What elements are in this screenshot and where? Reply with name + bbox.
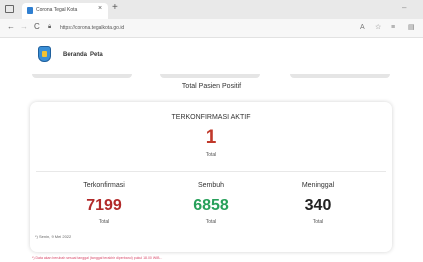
- section-title: Total Pasien Positif: [181, 83, 242, 90]
- lock-icon: 🔒︎: [48, 24, 52, 30]
- collections-icon[interactable]: ▤: [408, 24, 415, 31]
- active-label: TERKONFIRMASI AKTIF: [171, 114, 251, 121]
- stat-unit: Total: [312, 219, 324, 225]
- footnote: *) Data akan berubah sesuai tanggal (tan…: [32, 256, 163, 260]
- window-menu-icon[interactable]: [5, 5, 14, 13]
- update-date: *) Senin, 9 Mei 2022: [35, 234, 72, 239]
- active-value: 1: [205, 127, 217, 148]
- browser-tabstrip: Corona Tegal Kota × + –: [0, 0, 423, 19]
- nav-link-peta[interactable]: Peta: [90, 52, 103, 58]
- stat-unit: Total: [205, 219, 217, 225]
- card-edge: [160, 74, 260, 78]
- stat-value: 7199: [86, 197, 122, 214]
- stat-unit: Total: [98, 219, 110, 225]
- new-tab-icon[interactable]: +: [112, 3, 118, 13]
- tab-close-icon[interactable]: ×: [98, 5, 102, 12]
- stats-card: TERKONFIRMASI AKTIF 1 Total Terkonfirmas…: [30, 102, 392, 252]
- stat-sembuh: Sembuh 6858 Total: [161, 182, 261, 225]
- url-text: https://corona.tegalkota.go.id: [60, 25, 125, 31]
- browser-toolbar: ← → C 🔒︎ https://corona.tegalkota.go.id …: [0, 19, 423, 38]
- browser-tab[interactable]: Corona Tegal Kota ×: [22, 3, 108, 19]
- address-bar[interactable]: 🔒︎ https://corona.tegalkota.go.id: [46, 22, 346, 35]
- nav-link-beranda[interactable]: Beranda: [63, 52, 87, 58]
- active-unit: Total: [205, 152, 217, 158]
- favorite-icon[interactable]: ☆: [375, 24, 381, 31]
- divider: [36, 171, 386, 172]
- reload-icon[interactable]: C: [34, 23, 40, 31]
- stat-value: 6858: [193, 197, 229, 214]
- card-edge: [32, 74, 132, 78]
- site-logo-icon[interactable]: [38, 46, 51, 62]
- tab-title: Corona Tegal Kota: [36, 7, 78, 13]
- stat-terkonfirmasi: Terkonfirmasi 7199 Total: [54, 182, 154, 225]
- card-edge: [290, 74, 390, 78]
- minimize-icon[interactable]: –: [402, 3, 406, 12]
- stat-value: 340: [304, 197, 332, 214]
- back-icon[interactable]: ←: [7, 23, 15, 31]
- stat-label: Terkonfirmasi: [83, 182, 125, 189]
- stat-meninggal: Meninggal 340 Total: [268, 182, 368, 225]
- forward-icon[interactable]: →: [20, 23, 28, 31]
- site-header: Beranda Peta: [0, 38, 423, 74]
- stat-label: Sembuh: [197, 182, 225, 189]
- read-aloud-icon[interactable]: A: [360, 24, 365, 31]
- favicon-icon: [27, 7, 33, 14]
- favorites-list-icon[interactable]: ≡: [391, 24, 395, 31]
- stat-label: Meninggal: [301, 182, 335, 189]
